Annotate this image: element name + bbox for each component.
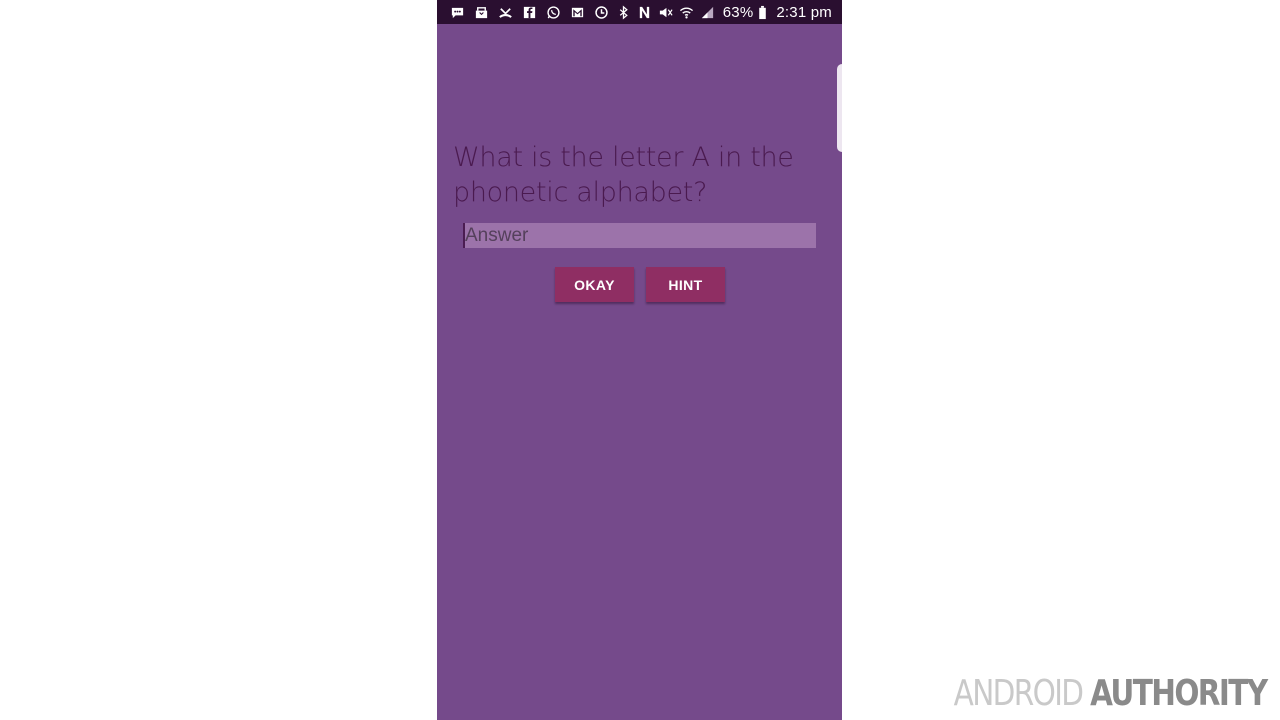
sync-icon [593, 4, 609, 20]
question-text: What is the letter A in the phonetic alp… [453, 142, 794, 208]
answer-input[interactable] [463, 223, 816, 248]
bluetooth-icon [616, 4, 632, 20]
watermark-authority: AUTHORITY [1089, 673, 1268, 714]
okay-button[interactable]: OKAY [555, 267, 634, 302]
messenger-icon [449, 4, 465, 20]
gmail-icon [569, 4, 585, 20]
facebook-icon [521, 4, 537, 20]
wifi-icon [679, 4, 695, 20]
watermark-android: ANDROID [953, 673, 1083, 714]
hint-button[interactable]: HINT [646, 267, 725, 302]
phone-screen: 63% 2:31 pm What is the letter A in the … [437, 0, 842, 720]
system-icons: 63% 2:31 pm [616, 4, 832, 21]
missed-call-icon [497, 4, 513, 20]
mail-icon [473, 4, 489, 20]
status-bar: 63% 2:31 pm [437, 0, 842, 24]
screenshot-canvas: 63% 2:31 pm What is the letter A in the … [0, 0, 1280, 720]
battery-icon [758, 4, 767, 20]
edge-panel-handle[interactable] [837, 64, 842, 152]
battery-percent: 63% [722, 3, 754, 21]
mute-icon [658, 4, 674, 20]
notification-icons [449, 4, 609, 20]
whatsapp-icon [545, 4, 561, 20]
clock: 2:31 pm [776, 3, 832, 21]
watermark-logo: ANDROID AUTHORITY [953, 673, 1268, 714]
signal-icon [700, 4, 716, 20]
nfc-icon [637, 4, 653, 20]
